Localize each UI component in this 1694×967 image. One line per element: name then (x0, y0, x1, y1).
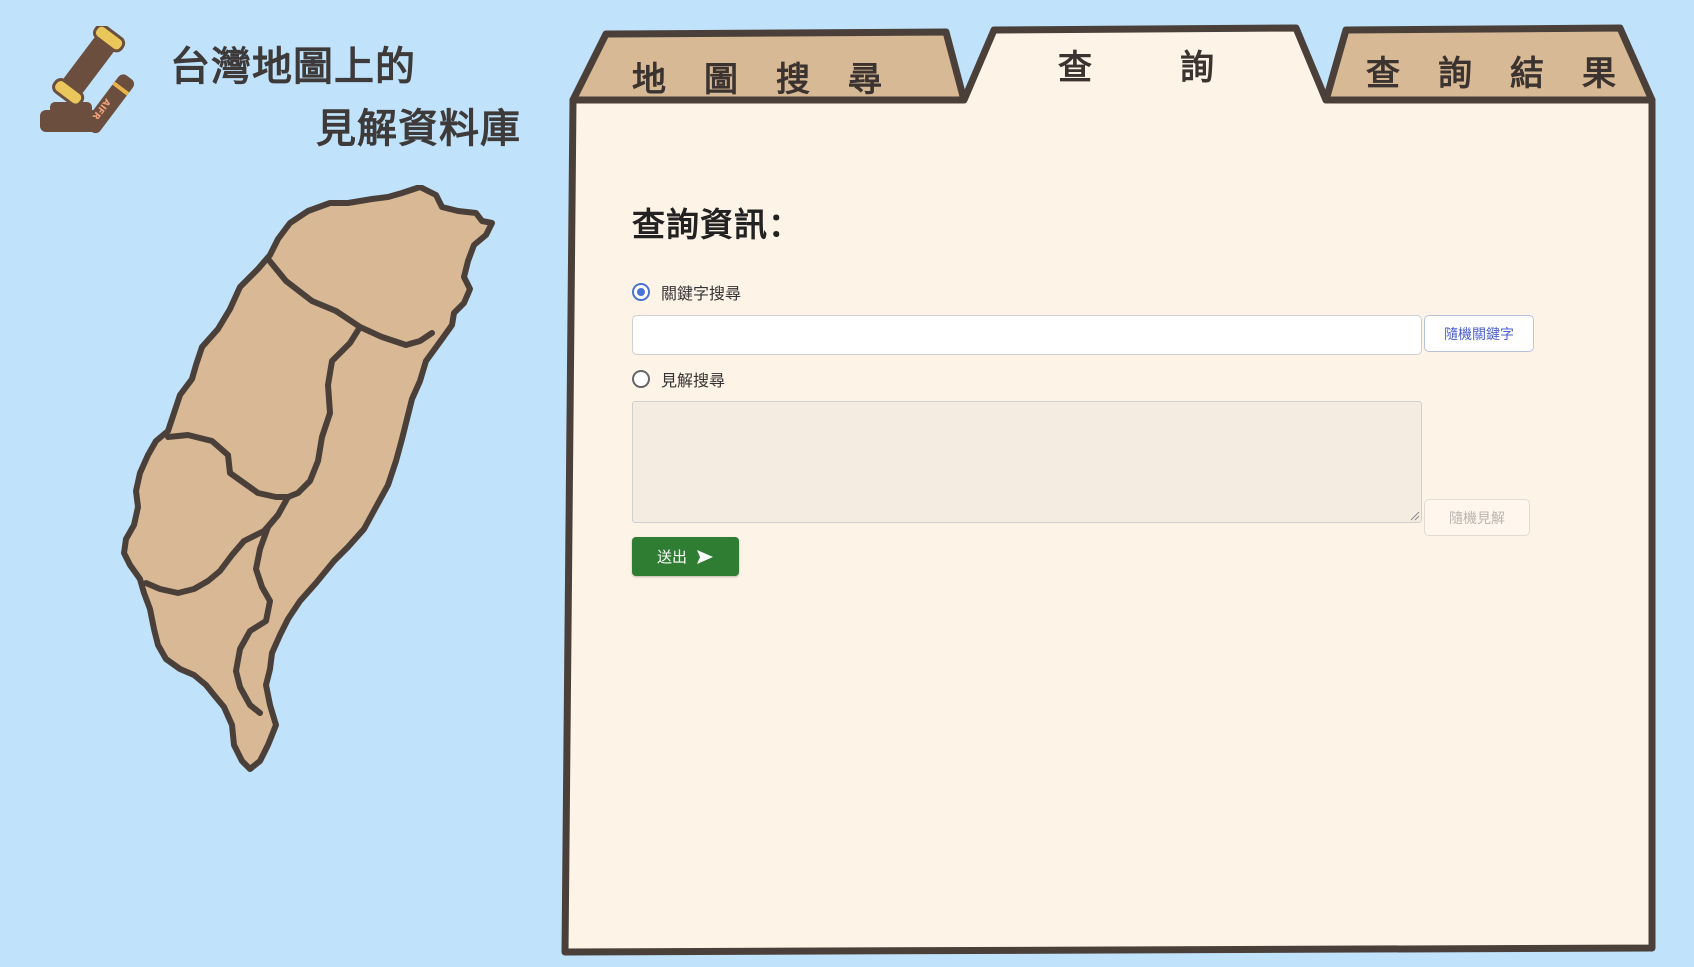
keyword-search-option[interactable]: 關鍵字搜尋 (632, 280, 741, 304)
site-title-line2: 見解資料庫 (316, 106, 521, 152)
opinion-search-option[interactable]: 見解搜尋 (632, 367, 725, 391)
tab-query[interactable]: 查詢 (1058, 40, 1302, 89)
opinion-textarea[interactable] (632, 401, 1422, 523)
tab-query-results[interactable]: 查詢結果 (1366, 46, 1654, 95)
opinion-search-label: 見解搜尋 (661, 371, 726, 390)
site-title-line1: 台灣地圖上的 (170, 44, 416, 90)
submit-button[interactable]: 送出 (632, 537, 739, 576)
send-icon (697, 549, 713, 564)
taiwan-map[interactable] (120, 185, 500, 845)
site-title: 台灣地圖上的 見解資料庫 (170, 30, 540, 152)
resize-grip-icon[interactable] (1410, 511, 1420, 521)
opinion-search-radio[interactable] (632, 370, 650, 388)
submit-button-label: 送出 (656, 548, 687, 566)
keyword-input[interactable] (632, 315, 1422, 355)
keyword-search-radio[interactable] (632, 283, 650, 301)
keyword-search-label: 關鍵字搜尋 (661, 284, 742, 303)
gavel-logo-icon: AIFR (40, 26, 135, 134)
random-opinion-button[interactable]: 隨機見解 (1424, 499, 1530, 536)
random-keyword-button[interactable]: 隨機關鍵字 (1424, 315, 1534, 352)
tab-map-search[interactable]: 地圖搜尋 (632, 52, 920, 101)
form-title: 查詢資訊： (632, 205, 802, 244)
